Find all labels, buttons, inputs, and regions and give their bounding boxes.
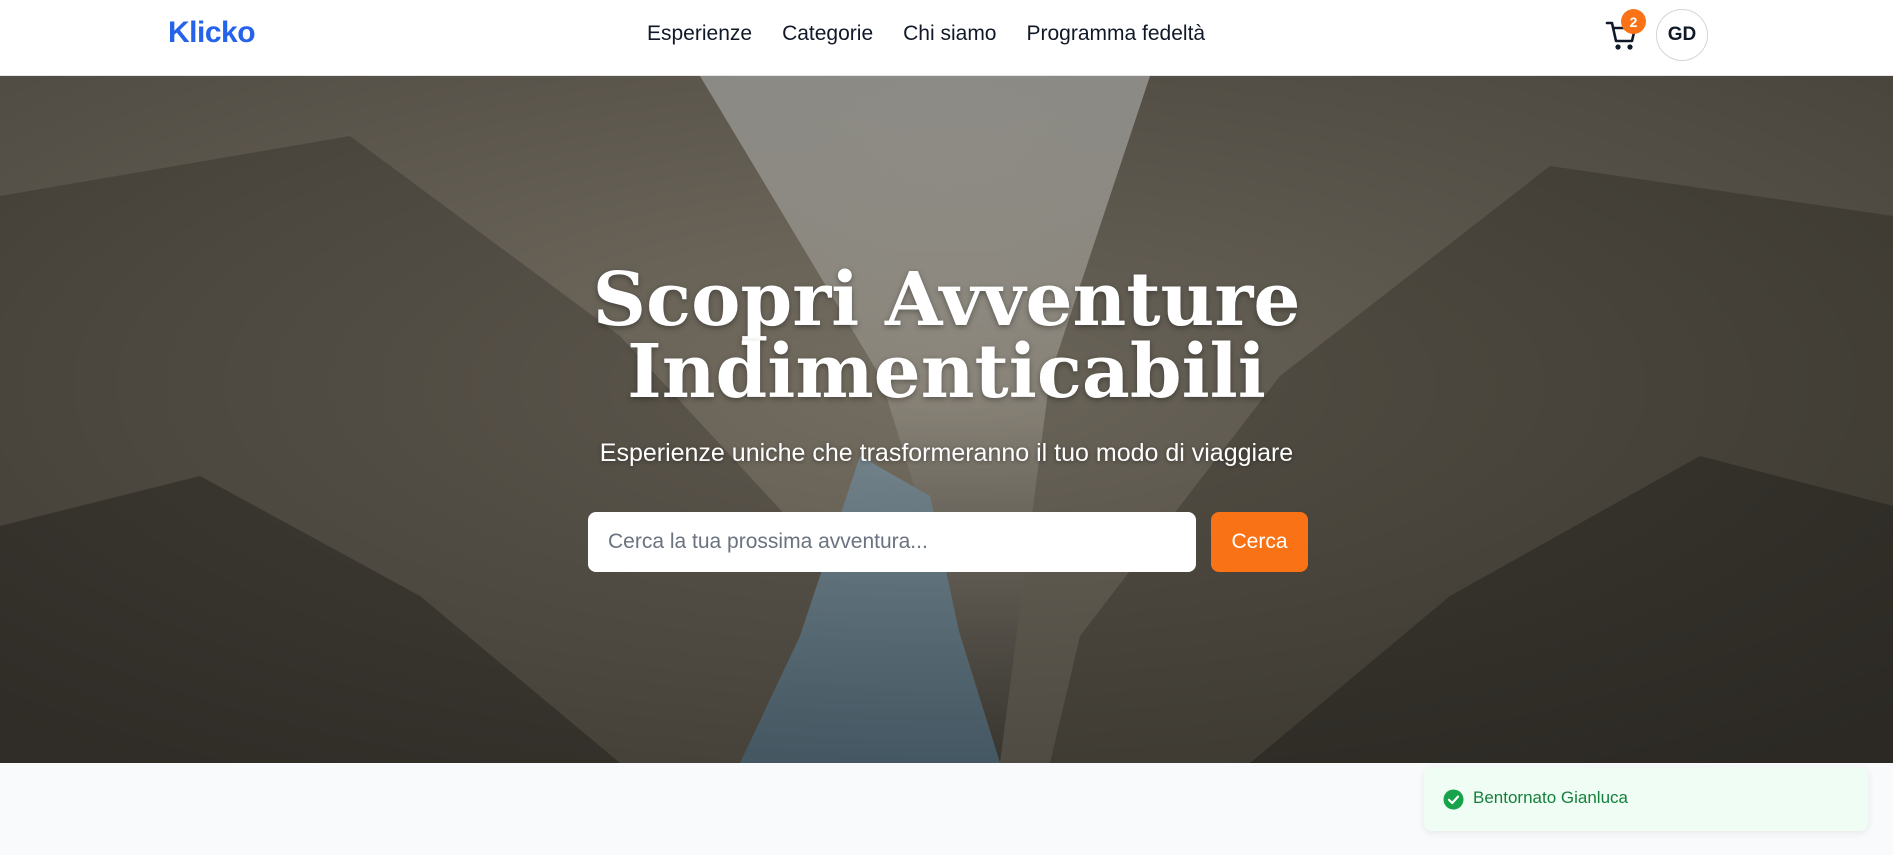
user-avatar[interactable]: GD bbox=[1656, 9, 1708, 61]
main-nav: Esperienze Categorie Chi siamo Programma… bbox=[647, 22, 1205, 46]
check-circle-icon bbox=[1443, 789, 1464, 810]
hero-section: Scopri Avventure Indimenticabili Esperie… bbox=[0, 76, 1893, 763]
cart-count-badge: 2 bbox=[1621, 9, 1646, 34]
hero-subtitle: Esperienze uniche che trasformeranno il … bbox=[599, 439, 1294, 467]
hero-background-image bbox=[0, 76, 1893, 763]
hero-title-line-1: Scopri Avventure bbox=[592, 257, 1301, 343]
toast-message: Bentornato Gianluca bbox=[1473, 788, 1628, 807]
hero-title-line-2: Indimenticabili bbox=[627, 329, 1266, 415]
search-input[interactable] bbox=[588, 512, 1196, 572]
nav-chi-siamo[interactable]: Chi siamo bbox=[903, 22, 996, 46]
nav-categorie[interactable]: Categorie bbox=[782, 22, 873, 46]
top-header: Klicko Esperienze Categorie Chi siamo Pr… bbox=[0, 0, 1893, 76]
search-button[interactable]: Cerca bbox=[1211, 512, 1308, 572]
nav-programma-fedelta[interactable]: Programma fedeltà bbox=[1027, 22, 1206, 46]
hero-title: Scopri Avventure Indimenticabili bbox=[0, 257, 1893, 415]
nav-esperienze[interactable]: Esperienze bbox=[647, 22, 752, 46]
logo[interactable]: Klicko bbox=[168, 16, 256, 50]
welcome-toast: Bentornato Gianluca bbox=[1424, 767, 1868, 831]
